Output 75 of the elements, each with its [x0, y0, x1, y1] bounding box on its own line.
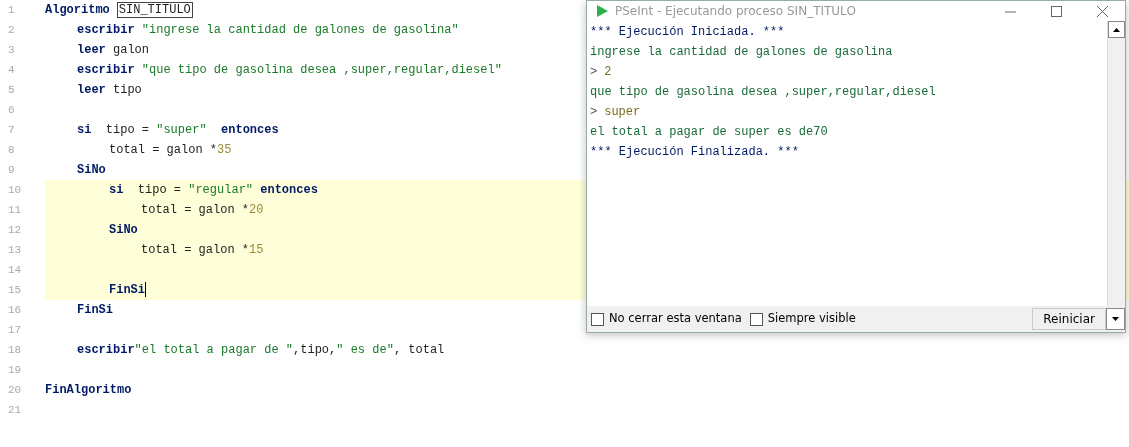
line-number: 13: [7, 243, 23, 258]
code-number: 20: [249, 203, 264, 217]
code-text: tipo =: [136, 183, 182, 197]
code-text: total = galon *: [141, 203, 250, 217]
line-number: 17: [7, 323, 23, 338]
code-keyword: Algoritmo: [45, 3, 110, 17]
code-keyword: escribir: [77, 343, 135, 357]
code-text: total = galon *: [141, 243, 250, 257]
maximize-icon: [1050, 6, 1062, 17]
console-line: *** Ejecución Finalizada. ***: [590, 144, 800, 161]
line-number: 12: [7, 223, 23, 238]
close-icon: [1096, 6, 1108, 17]
code-keyword: entonces: [259, 183, 318, 197]
line-number: 1: [7, 3, 16, 18]
line-number: 10: [7, 183, 23, 198]
code-keyword: FinSi: [77, 303, 113, 317]
code-number: 15: [249, 243, 264, 257]
prompt-symbol: >: [590, 105, 598, 119]
code-text: total = galon *: [109, 143, 218, 157]
restart-button[interactable]: Reiniciar: [1032, 308, 1106, 330]
line-number: 18: [7, 343, 23, 358]
code-keyword: si: [77, 123, 92, 137]
line-number: 20: [7, 383, 23, 398]
up-arrow-icon: [1113, 27, 1120, 32]
code-text: tipo =: [104, 123, 150, 137]
app-logo-icon: [595, 4, 609, 18]
code-text: tipo: [112, 83, 142, 97]
code-keyword: entonces: [220, 123, 279, 137]
line-number: 5: [7, 83, 16, 98]
user-input-text: 2: [604, 65, 612, 79]
line-number: 21: [7, 403, 23, 418]
dropdown-button[interactable]: [1106, 308, 1125, 330]
code-string: "super": [156, 123, 207, 137]
code-keyword: FinAlgoritmo: [45, 383, 132, 397]
code-string: "ingrese la cantidad de galones de gasolina": [140, 23, 459, 37]
line-number: 16: [7, 303, 23, 318]
code-keyword: leer: [77, 83, 106, 97]
console-line: ingrese la cantidad de galones de gasolina: [590, 44, 894, 61]
algorithm-name: SIN_TITULO: [116, 2, 193, 18]
line-number: 11: [7, 203, 23, 218]
code-number: 35: [217, 143, 232, 157]
code-text: , total: [393, 343, 445, 357]
line-number: 19: [7, 363, 23, 378]
checkbox-option[interactable]: No cerrar esta ventana: [591, 310, 742, 328]
code-keyword: escribir: [77, 63, 135, 77]
code-keyword: escribir: [77, 23, 135, 37]
code-text: galon: [112, 43, 150, 57]
line-number: 9: [7, 163, 16, 178]
code-string: "el total a pagar de ": [134, 343, 294, 357]
code-string: "que tipo de gasolina desea ,super,regular,diesel": [140, 63, 502, 77]
down-arrow-icon: [1112, 317, 1119, 321]
code-keyword: FinSi: [109, 283, 145, 297]
line-number: 14: [7, 263, 23, 278]
console-line: el total a pagar de super es de70: [590, 124, 829, 141]
code-keyword: leer: [77, 43, 106, 57]
user-input-text: super: [604, 105, 641, 119]
console-line: *** Ejecución Iniciada. ***: [590, 24, 786, 41]
line-number: 7: [7, 123, 16, 138]
line-number: 15: [7, 283, 23, 298]
code-keyword: SiNo: [109, 223, 138, 237]
line-number: 6: [7, 103, 16, 118]
line-number: 8: [7, 143, 16, 158]
line-number: 2: [7, 23, 16, 38]
console-line: que tipo de gasolina desea ,super,regular,diesel: [590, 84, 937, 101]
code-string: " es de": [336, 343, 394, 357]
code-string: "regular": [188, 183, 254, 197]
code-keyword: SiNo: [77, 163, 106, 177]
code-keyword: si: [109, 183, 124, 197]
prompt-symbol: >: [590, 65, 598, 79]
window-title: PSeInt - Ejecutando proceso SIN_TITULO: [614, 3, 857, 20]
scroll-up-button[interactable]: [1108, 21, 1125, 38]
checkbox-option[interactable]: Siempre visible: [749, 310, 856, 328]
code-text: ,tipo,: [293, 343, 337, 357]
line-number: 4: [7, 63, 16, 78]
line-number: 3: [7, 43, 16, 58]
